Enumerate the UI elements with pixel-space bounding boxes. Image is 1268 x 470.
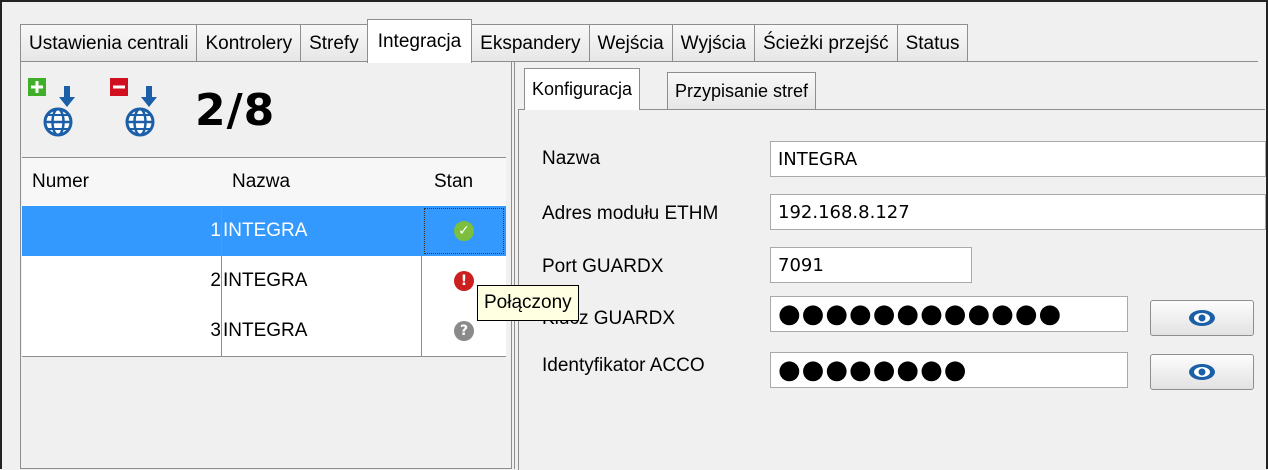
remove-integration-icon[interactable]: [110, 78, 168, 138]
connected-check-icon: ✓: [454, 221, 474, 241]
tab-integracja[interactable]: Integracja: [366, 19, 473, 63]
column-header-nazwa[interactable]: Nazwa: [222, 158, 422, 206]
table-row[interactable]: 1 INTEGRA ✓: [22, 206, 506, 257]
row-name: INTEGRA: [222, 256, 422, 306]
identyfikator-acco-input[interactable]: ●●●●●●●●: [770, 352, 1128, 388]
eye-icon: [1189, 310, 1215, 326]
tab-przypisanie-stref[interactable]: Przypisanie stref: [667, 72, 817, 110]
tab-strefy[interactable]: Strefy: [300, 24, 368, 62]
show-acco-button[interactable]: [1150, 354, 1254, 390]
tab-konfiguracja[interactable]: Konfiguracja: [524, 68, 641, 110]
tab-sciezki-przejsc[interactable]: Ścieżki przejść: [753, 24, 898, 62]
row-number: 2: [22, 256, 222, 306]
tab-ustawienia-centrali[interactable]: Ustawienia centrali: [20, 24, 198, 62]
nazwa-label: Nazwa: [542, 148, 601, 169]
error-exclamation-icon: !: [454, 271, 474, 291]
tab-ekspandery[interactable]: Ekspandery: [471, 24, 590, 62]
adres-ethm-label: Adres modułu ETHM: [542, 203, 719, 224]
add-integration-icon[interactable]: [28, 78, 86, 138]
eye-icon: [1189, 364, 1215, 380]
klucz-guardx-value: ●●●●●●●●●●●●: [778, 299, 1063, 329]
row-name: INTEGRA: [222, 206, 422, 256]
main-tab-bar: Ustawienia centrali Kontrolery Strefy In…: [20, 19, 969, 63]
column-header-numer[interactable]: Numer: [22, 158, 222, 206]
tab-status[interactable]: Status: [896, 24, 969, 62]
tab-wejscia[interactable]: Wejścia: [588, 24, 673, 62]
row-number: 3: [22, 306, 222, 356]
tab-kontrolery[interactable]: Kontrolery: [196, 24, 302, 62]
table-row[interactable]: 3 INTEGRA ?: [22, 306, 506, 357]
adres-ethm-input[interactable]: 192.168.8.127: [770, 194, 1266, 230]
tab-wyjscia[interactable]: Wyjścia: [671, 24, 755, 62]
table-row[interactable]: 2 INTEGRA !: [22, 256, 506, 307]
table-header: Numer Nazwa Stan: [22, 157, 506, 207]
klucz-guardx-input[interactable]: ●●●●●●●●●●●●: [770, 296, 1128, 332]
show-klucz-button[interactable]: [1150, 300, 1254, 336]
status-tooltip: Połączony: [477, 285, 579, 321]
port-guardx-label: Port GUARDX: [542, 256, 664, 277]
port-guardx-input[interactable]: 7091: [770, 247, 972, 283]
integration-counter: 2/8: [195, 85, 276, 136]
row-name: INTEGRA: [222, 306, 422, 356]
nazwa-input[interactable]: INTEGRA: [770, 141, 1266, 177]
column-header-stan[interactable]: Stan: [422, 158, 506, 206]
identyfikator-acco-label: Identyfikator ACCO: [542, 355, 705, 376]
row-status: ✓: [422, 206, 506, 256]
identyfikator-acco-value: ●●●●●●●●: [778, 355, 968, 385]
unknown-question-icon: ?: [454, 321, 474, 341]
row-number: 1: [22, 206, 222, 256]
